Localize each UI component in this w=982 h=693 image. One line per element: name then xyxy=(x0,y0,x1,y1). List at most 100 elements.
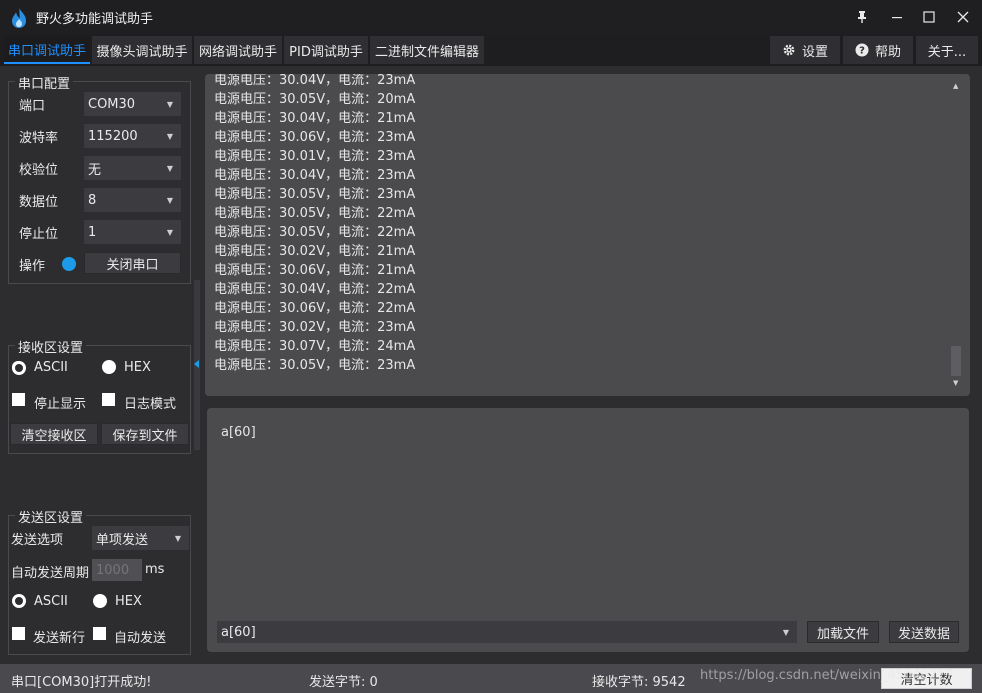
close-port-button[interactable]: 关闭串口 xyxy=(84,252,181,274)
chevron-down-icon: ▼ xyxy=(166,227,173,237)
scroll-down-icon[interactable]: ▼ xyxy=(953,379,958,387)
recv-ascii-label: ASCII xyxy=(34,360,68,375)
minimize-icon xyxy=(892,17,902,19)
receive-line: 电源电压：30.07V，电流：24mA xyxy=(214,339,416,354)
send-option-select[interactable]: 单项发送 ▼ xyxy=(92,526,189,550)
send-settings-title: 发送区设置 xyxy=(15,507,87,526)
stopbits-select[interactable]: 1 ▼ xyxy=(84,220,181,244)
receive-lines: 电源电压：30.04V，电流：23mA 电源电压：30.05V，电流：20mA … xyxy=(214,74,934,375)
chevron-down-icon: ▼ xyxy=(166,99,173,109)
port-value: COM30 xyxy=(88,96,136,112)
parity-select[interactable]: 无 ▼ xyxy=(84,156,181,180)
baud-value: 115200 xyxy=(88,128,138,144)
receive-line: 电源电压：30.04V，电流：23mA xyxy=(214,168,416,183)
parity-label: 校验位 xyxy=(19,163,59,178)
stopbits-label: 停止位 xyxy=(19,227,59,242)
receive-line: 电源电压：30.05V，电流：20mA xyxy=(214,92,416,107)
receive-scrollbar[interactable]: ▲ ▼ xyxy=(949,74,965,396)
receive-line: 电源电压：30.04V，电流：23mA xyxy=(214,74,416,88)
auto-send-label: 自动发送 xyxy=(114,631,167,646)
port-status-indicator xyxy=(62,257,76,271)
app-logo-icon xyxy=(12,8,26,28)
help-icon: ? xyxy=(855,43,869,57)
maximize-button[interactable] xyxy=(912,0,946,34)
save-to-file-button[interactable]: 保存到文件 xyxy=(101,423,189,445)
tab-pid[interactable]: PID调试助手 xyxy=(284,36,368,64)
sent-bytes: 发送字节: 0 xyxy=(309,675,378,690)
scroll-thumb[interactable] xyxy=(951,346,961,376)
receive-line: 电源电压：30.05V，电流：22mA xyxy=(214,206,416,221)
window-title: 野火多功能调试助手 xyxy=(36,12,154,27)
scroll-up-icon[interactable]: ▲ xyxy=(953,82,958,90)
maximize-icon xyxy=(923,11,935,23)
about-button[interactable]: 关于... xyxy=(916,36,978,64)
tab-binary-editor[interactable]: 二进制文件编辑器 xyxy=(370,36,484,64)
close-icon xyxy=(957,11,969,23)
send-newline-label: 发送新行 xyxy=(33,631,86,646)
pin-button[interactable] xyxy=(845,0,879,34)
serial-config-title: 串口配置 xyxy=(15,73,74,92)
port-select[interactable]: COM30 ▼ xyxy=(84,92,181,116)
pin-icon xyxy=(858,11,866,23)
send-newline-checkbox[interactable] xyxy=(12,627,25,640)
baud-select[interactable]: 115200 ▼ xyxy=(84,124,181,148)
send-hex-radio[interactable] xyxy=(93,594,107,608)
load-file-button[interactable]: 加载文件 xyxy=(807,621,879,643)
receive-line: 电源电压：30.02V，电流：21mA xyxy=(214,244,416,259)
clear-receive-button[interactable]: 清空接收区 xyxy=(10,423,98,445)
receive-settings-title: 接收区设置 xyxy=(15,337,87,356)
recv-hex-radio[interactable] xyxy=(102,360,116,374)
chevron-down-icon: ▼ xyxy=(166,163,173,173)
receive-textarea[interactable]: 电源电压：30.04V，电流：23mA 电源电压：30.05V，电流：20mA … xyxy=(205,74,970,396)
receive-line: 电源电压：30.06V，电流：23mA xyxy=(214,130,416,145)
send-option-value: 单项发送 xyxy=(96,532,149,548)
svg-text:?: ? xyxy=(859,46,865,57)
send-hex-label: HEX xyxy=(115,594,142,609)
databits-select[interactable]: 8 ▼ xyxy=(84,188,181,212)
tab-camera[interactable]: 摄像头调试助手 xyxy=(92,36,192,64)
settings-label: 设置 xyxy=(801,44,828,60)
auto-period-label: 自动发送周期 xyxy=(11,566,90,581)
send-textarea[interactable]: a[60] xyxy=(207,408,969,652)
send-ascii-radio-inner xyxy=(15,597,23,605)
chevron-down-icon: ▼ xyxy=(174,533,181,543)
stop-display-checkbox[interactable] xyxy=(12,393,25,406)
receive-line: 电源电压：30.05V，电流：23mA xyxy=(214,358,416,373)
period-unit: ms xyxy=(145,562,165,577)
watermark: https://blog.csdn.net/weixin_45040217 xyxy=(700,668,954,683)
help-label: 帮助 xyxy=(874,44,901,60)
port-label: 端口 xyxy=(19,99,46,114)
send-history-value: a[60] xyxy=(221,624,256,640)
receive-line: 电源电压：30.05V，电流：22mA xyxy=(214,225,416,240)
received-bytes: 接收字节: 9542 xyxy=(592,675,686,690)
send-history-combo[interactable]: a[60] ▼ xyxy=(217,621,797,643)
receive-line: 电源电压：30.01V，电流：23mA xyxy=(214,149,416,164)
receive-line: 电源电压：30.06V，电流：22mA xyxy=(214,301,416,316)
gear-icon xyxy=(783,44,795,56)
receive-line: 电源电压：30.02V，电流：23mA xyxy=(214,320,416,335)
databits-label: 数据位 xyxy=(19,195,59,210)
tab-serial[interactable]: 串口调试助手 xyxy=(4,36,90,64)
recv-hex-label: HEX xyxy=(124,360,151,375)
send-text: a[60] xyxy=(221,425,256,440)
send-option-label: 发送选项 xyxy=(11,533,64,548)
help-button[interactable]: ? 帮助 xyxy=(843,36,913,64)
collapse-arrow-icon[interactable] xyxy=(193,359,201,369)
log-mode-checkbox[interactable] xyxy=(102,393,115,406)
chevron-down-icon: ▼ xyxy=(166,195,173,205)
databits-value: 8 xyxy=(88,192,97,208)
status-message: 串口[COM30]打开成功! xyxy=(11,675,152,690)
operation-label: 操作 xyxy=(19,259,46,274)
auto-send-checkbox[interactable] xyxy=(93,627,106,640)
chevron-down-icon: ▼ xyxy=(782,627,789,637)
send-data-button[interactable]: 发送数据 xyxy=(889,621,959,643)
auto-period-input[interactable] xyxy=(92,559,142,581)
tab-network[interactable]: 网络调试助手 xyxy=(194,36,282,64)
receive-line: 电源电压：30.04V，电流：21mA xyxy=(214,111,416,126)
receive-line: 电源电压：30.05V，电流：23mA xyxy=(214,187,416,202)
log-mode-label: 日志模式 xyxy=(124,397,177,412)
close-button[interactable] xyxy=(946,0,980,34)
minimize-button[interactable] xyxy=(880,0,914,34)
send-ascii-label: ASCII xyxy=(34,594,68,609)
settings-button[interactable]: 设置 xyxy=(770,36,840,64)
